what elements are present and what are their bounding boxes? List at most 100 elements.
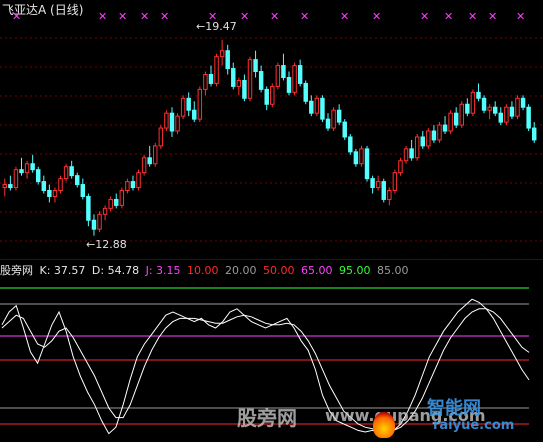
level-20: 20.00 bbox=[225, 264, 257, 277]
indicator-name: 股旁网 bbox=[0, 264, 33, 277]
candle-body bbox=[52, 190, 58, 197]
candle-body bbox=[336, 109, 342, 123]
candle-body bbox=[119, 190, 125, 206]
candle-body bbox=[297, 65, 303, 84]
candle-body bbox=[492, 106, 498, 114]
candle-body bbox=[314, 97, 320, 114]
panel-divider bbox=[0, 259, 543, 260]
d-value: D: 54.78 bbox=[91, 264, 140, 277]
signal-marker-icon: ✕ bbox=[118, 10, 128, 23]
candle-body bbox=[331, 109, 336, 129]
candle-body bbox=[147, 157, 152, 165]
level-50: 50.00 bbox=[263, 264, 295, 277]
candle-body bbox=[364, 148, 370, 180]
candle-body bbox=[509, 106, 515, 117]
candle-body bbox=[114, 198, 119, 206]
candle-body bbox=[487, 106, 492, 111]
candle-body bbox=[158, 127, 164, 147]
candle-body bbox=[203, 74, 208, 90]
low-annotation: ←12.88 bbox=[86, 238, 127, 251]
candle-body bbox=[91, 219, 97, 230]
arrow-left-icon: ← bbox=[86, 238, 96, 251]
candle-body bbox=[448, 112, 453, 132]
candle-body bbox=[97, 213, 102, 230]
signal-marker-icon: ✕ bbox=[444, 10, 454, 23]
candle-body bbox=[258, 71, 264, 90]
candle-body bbox=[504, 106, 509, 123]
candle-body bbox=[180, 97, 186, 117]
low-label: 12.88 bbox=[95, 238, 127, 251]
candle-body bbox=[102, 207, 108, 215]
candle-body bbox=[80, 184, 86, 197]
high-annotation: ←19.47 bbox=[196, 20, 237, 33]
candle-body bbox=[353, 151, 359, 165]
candle-body bbox=[169, 112, 175, 132]
candle-body bbox=[231, 68, 236, 87]
candle-body bbox=[192, 109, 197, 120]
candle-body bbox=[437, 124, 442, 141]
candle-body bbox=[381, 181, 386, 200]
price-gridlines bbox=[0, 37, 543, 242]
candle-body bbox=[286, 76, 292, 93]
signal-marker-icon: ✕ bbox=[372, 10, 382, 23]
candle-body bbox=[8, 184, 13, 189]
candle-body bbox=[481, 97, 487, 111]
candle-body bbox=[459, 103, 464, 126]
candle-body bbox=[426, 130, 431, 147]
candle-body bbox=[292, 65, 297, 93]
signal-marker-icon: ✕ bbox=[12, 10, 22, 23]
candle-body bbox=[136, 172, 141, 189]
candle-body bbox=[409, 148, 414, 159]
signal-marker-icon: ✕ bbox=[468, 10, 478, 23]
candle-body bbox=[130, 181, 136, 189]
candle-body bbox=[281, 65, 286, 78]
candlestick-series bbox=[2, 39, 537, 236]
candle-body bbox=[197, 88, 203, 120]
arrow-left-icon: ← bbox=[196, 20, 206, 33]
candle-body bbox=[270, 85, 275, 105]
indicator-header: 股旁网 K: 37.57 D: 54.78 J: 3.15 10.00 20.0… bbox=[0, 262, 412, 277]
candle-body bbox=[370, 178, 375, 189]
candle-body bbox=[69, 166, 74, 177]
candle-body bbox=[125, 181, 130, 192]
signal-marker-icon: ✕ bbox=[516, 10, 526, 23]
candle-body bbox=[242, 79, 247, 99]
candle-body bbox=[75, 175, 80, 186]
candle-body bbox=[442, 124, 448, 132]
candle-body bbox=[275, 65, 281, 87]
candle-body bbox=[2, 184, 8, 189]
candle-body bbox=[431, 130, 437, 141]
high-label: 19.47 bbox=[205, 20, 237, 33]
level-95: 95.00 bbox=[339, 264, 371, 277]
candle-body bbox=[47, 190, 52, 197]
candle-body bbox=[24, 163, 30, 174]
level-65: 65.00 bbox=[301, 264, 333, 277]
signal-marker-icon: ✕ bbox=[160, 10, 170, 23]
candle-body bbox=[465, 103, 470, 114]
signal-marker-icon: ✕ bbox=[420, 10, 430, 23]
candle-body bbox=[63, 166, 69, 180]
candle-body bbox=[303, 82, 308, 102]
candle-body bbox=[414, 136, 420, 159]
candle-body bbox=[348, 136, 353, 153]
watermark-brand-site: raiyue.com bbox=[433, 418, 515, 433]
watermark-left-text: 股旁网 bbox=[237, 406, 297, 430]
watermark-brand-text: 智能网 bbox=[427, 398, 481, 419]
candle-body bbox=[476, 91, 481, 99]
candle-body bbox=[164, 112, 169, 129]
flame-logo-icon bbox=[373, 412, 395, 438]
candle-body bbox=[264, 88, 269, 105]
candle-body bbox=[214, 56, 219, 84]
candle-body bbox=[208, 74, 214, 84]
candle-body bbox=[387, 190, 392, 200]
candle-body bbox=[309, 100, 314, 114]
candle-body bbox=[325, 118, 331, 129]
signal-marker-icon: ✕ bbox=[98, 10, 108, 23]
candle-body bbox=[375, 181, 381, 189]
candle-body bbox=[186, 97, 191, 111]
signal-marker-icon: ✕ bbox=[340, 10, 350, 23]
candle-body bbox=[520, 97, 526, 108]
candle-body bbox=[515, 97, 520, 117]
candle-body bbox=[253, 59, 258, 73]
candle-body bbox=[19, 169, 24, 174]
